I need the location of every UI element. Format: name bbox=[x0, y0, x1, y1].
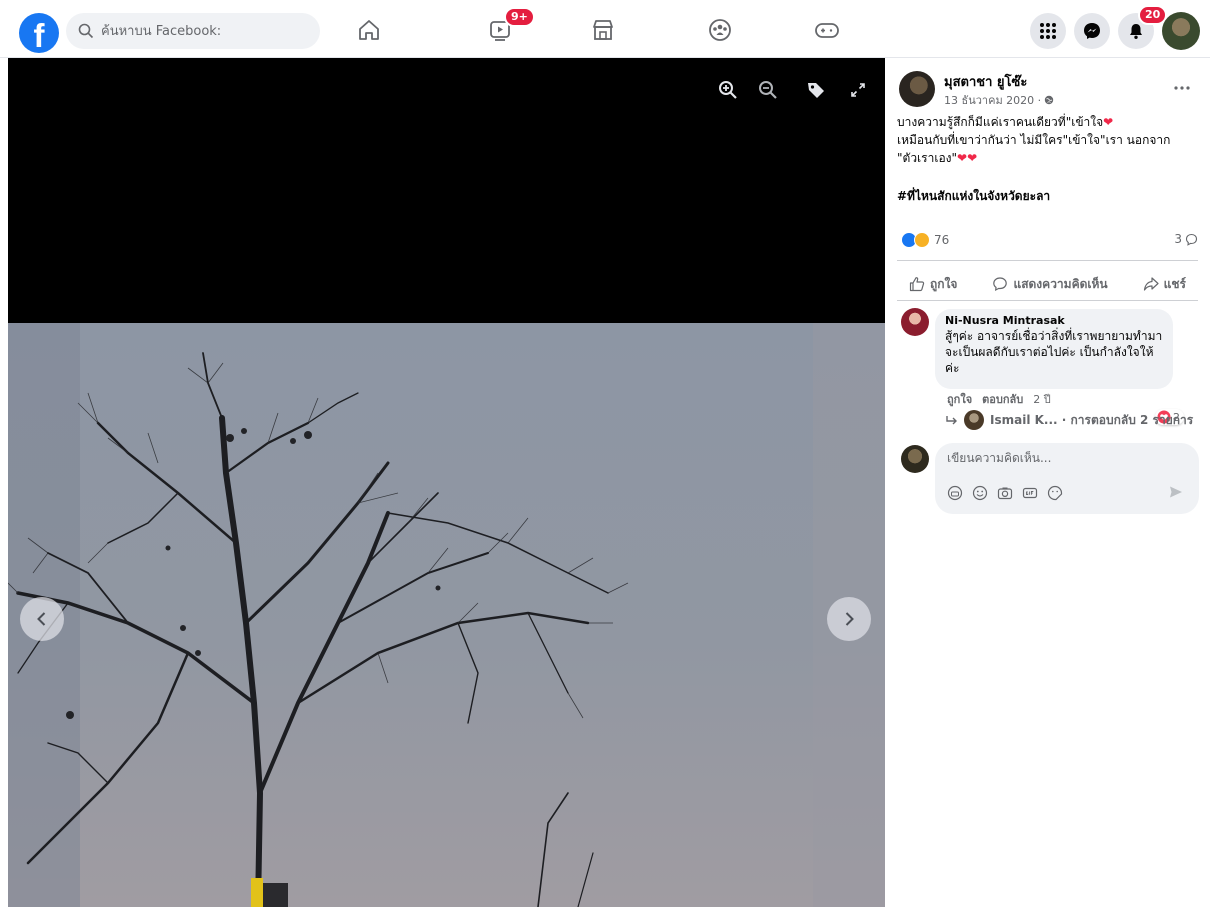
profile-avatar[interactable] bbox=[1162, 12, 1200, 50]
view-replies-link[interactable]: Ismail K... · การตอบกลับ 2 รายการ bbox=[945, 410, 1193, 430]
post-details-panel: มุสตาชา ยูโซ๊ะ 13 ธันวาคม 2020 · บางความ… bbox=[885, 58, 1210, 909]
chevron-right-icon bbox=[845, 612, 854, 626]
facebook-logo[interactable]: f bbox=[19, 13, 59, 53]
globe-icon bbox=[1044, 95, 1054, 105]
comment-label: แสดงความคิดเห็น bbox=[1013, 276, 1108, 291]
comment-bubble-icon bbox=[1185, 233, 1198, 246]
nav-home[interactable] bbox=[339, 10, 399, 50]
share-icon bbox=[1143, 277, 1159, 291]
comment-age[interactable]: 2 ปี bbox=[1033, 390, 1050, 408]
comment-composer[interactable] bbox=[935, 443, 1199, 514]
composer-tools bbox=[947, 485, 1063, 501]
reply-author-avatar bbox=[964, 410, 984, 430]
top-navigation-bar: f 9+ bbox=[0, 0, 1210, 58]
chevron-left-icon bbox=[37, 612, 46, 626]
post-author-name[interactable]: มุสตาชา ยูโซ๊ะ bbox=[944, 71, 1027, 92]
search-icon bbox=[78, 23, 94, 39]
post-message: บางความรู้สึกก็มีแค่เราคนเดียวที่"เข้าใจ… bbox=[897, 113, 1197, 167]
more-horizontal-icon bbox=[1174, 86, 1190, 90]
divider bbox=[897, 260, 1198, 261]
nav-groups[interactable] bbox=[690, 10, 750, 50]
groups-icon bbox=[709, 19, 731, 41]
tag-button[interactable] bbox=[804, 78, 828, 102]
post-hashtag[interactable]: #ที่ไหนสักแห่งในจังหวัดยะลา bbox=[897, 187, 1050, 206]
comment-input[interactable] bbox=[947, 451, 1167, 465]
gif-icon[interactable] bbox=[1022, 485, 1038, 501]
post-timestamp[interactable]: 13 ธันวาคม 2020 · bbox=[944, 91, 1054, 109]
comment-text: สู้ๆค่ะ อาจารย์เชื่อว่าสิ่งที่เราพยายามท… bbox=[945, 329, 1163, 375]
next-photo-button[interactable] bbox=[827, 597, 871, 641]
photo-viewer bbox=[8, 58, 885, 907]
notifications-button[interactable]: 20 bbox=[1118, 5, 1168, 49]
comment-reply-button[interactable]: ตอบกลับ bbox=[982, 390, 1023, 408]
heart-emoji-icon: ❤ bbox=[967, 151, 978, 165]
like-button[interactable]: ถูกใจ bbox=[909, 275, 957, 294]
watch-badge: 9+ bbox=[504, 7, 535, 27]
heart-emoji-icon: ❤ bbox=[1103, 115, 1114, 129]
share-label: แชร์ bbox=[1163, 276, 1186, 291]
divider bbox=[897, 300, 1198, 301]
post-photo bbox=[8, 323, 885, 907]
post-actions: ถูกใจ แสดงความคิดเห็น แชร์ bbox=[897, 268, 1198, 300]
avatar-sticker-icon[interactable] bbox=[947, 485, 963, 501]
zoom-out-icon bbox=[759, 81, 777, 99]
comment-count[interactable]: 3 bbox=[1174, 232, 1198, 246]
reply-arrow-icon bbox=[946, 416, 957, 425]
replies-text: Ismail K... · การตอบกลับ 2 รายการ bbox=[990, 412, 1194, 427]
emoji-icon[interactable] bbox=[972, 485, 988, 501]
sticker-icon[interactable] bbox=[1047, 485, 1063, 501]
post-text-line-2: เหมือนกับที่เขาว่ากันว่า ไม่มีใคร"เข้าใจ… bbox=[897, 133, 1171, 147]
my-avatar[interactable] bbox=[901, 445, 929, 473]
messenger-button[interactable] bbox=[1074, 13, 1110, 49]
previous-photo-button[interactable] bbox=[20, 597, 64, 641]
reaction-summary[interactable]: 76 bbox=[901, 232, 949, 248]
care-reaction-icon bbox=[914, 232, 930, 248]
zoom-out-button[interactable] bbox=[756, 78, 780, 102]
zoom-in-button[interactable] bbox=[716, 78, 740, 102]
gaming-icon bbox=[815, 23, 839, 38]
comment-bubble: Ni-Nusra Mintrasak สู้ๆค่ะ อาจารย์เชื่อว… bbox=[935, 309, 1173, 389]
nav-gaming[interactable] bbox=[797, 10, 857, 50]
bell-icon bbox=[1130, 24, 1142, 39]
send-icon bbox=[1170, 486, 1182, 498]
post-date-text: 13 ธันวาคม 2020 · bbox=[944, 94, 1042, 107]
commenter-avatar[interactable] bbox=[901, 308, 929, 336]
comment-count-number: 3 bbox=[1174, 232, 1182, 246]
menu-button[interactable] bbox=[1030, 13, 1066, 49]
grid-menu-icon bbox=[1040, 23, 1056, 39]
messenger-icon bbox=[1084, 23, 1100, 39]
comment-button[interactable]: แสดงความคิดเห็น bbox=[992, 275, 1108, 294]
tag-icon bbox=[808, 83, 824, 98]
heart-emoji-icon: ❤ bbox=[957, 151, 968, 165]
search-input[interactable] bbox=[101, 23, 301, 39]
nav-watch[interactable]: 9+ bbox=[470, 7, 535, 50]
nav-marketplace[interactable] bbox=[573, 10, 633, 50]
zoom-in-icon bbox=[719, 81, 737, 99]
post-text-line-1: บางความรู้สึกก็มีแค่เราคนเดียวที่"เข้าใจ bbox=[897, 115, 1104, 129]
more-options-button[interactable] bbox=[1174, 75, 1190, 94]
like-label: ถูกใจ bbox=[930, 276, 958, 291]
marketplace-icon bbox=[593, 20, 613, 40]
fullscreen-button[interactable] bbox=[846, 78, 870, 102]
fullscreen-icon bbox=[851, 83, 865, 97]
post-text-line-3: "ตัวเราเอง" bbox=[897, 151, 958, 165]
comment-author[interactable]: Ni-Nusra Mintrasak bbox=[945, 314, 1163, 327]
comment-icon bbox=[993, 277, 1008, 292]
comment-meta: ถูกใจ ตอบกลับ 2 ปี bbox=[947, 390, 1051, 408]
search-box[interactable] bbox=[66, 13, 320, 49]
camera-icon[interactable] bbox=[997, 485, 1013, 501]
reaction-count: 76 bbox=[934, 233, 950, 247]
share-button[interactable]: แชร์ bbox=[1143, 275, 1186, 294]
home-icon bbox=[359, 20, 379, 40]
send-button[interactable] bbox=[1169, 484, 1183, 503]
author-avatar[interactable] bbox=[899, 71, 935, 107]
comment-like-button[interactable]: ถูกใจ bbox=[947, 390, 972, 408]
thumbs-up-icon bbox=[909, 277, 925, 292]
